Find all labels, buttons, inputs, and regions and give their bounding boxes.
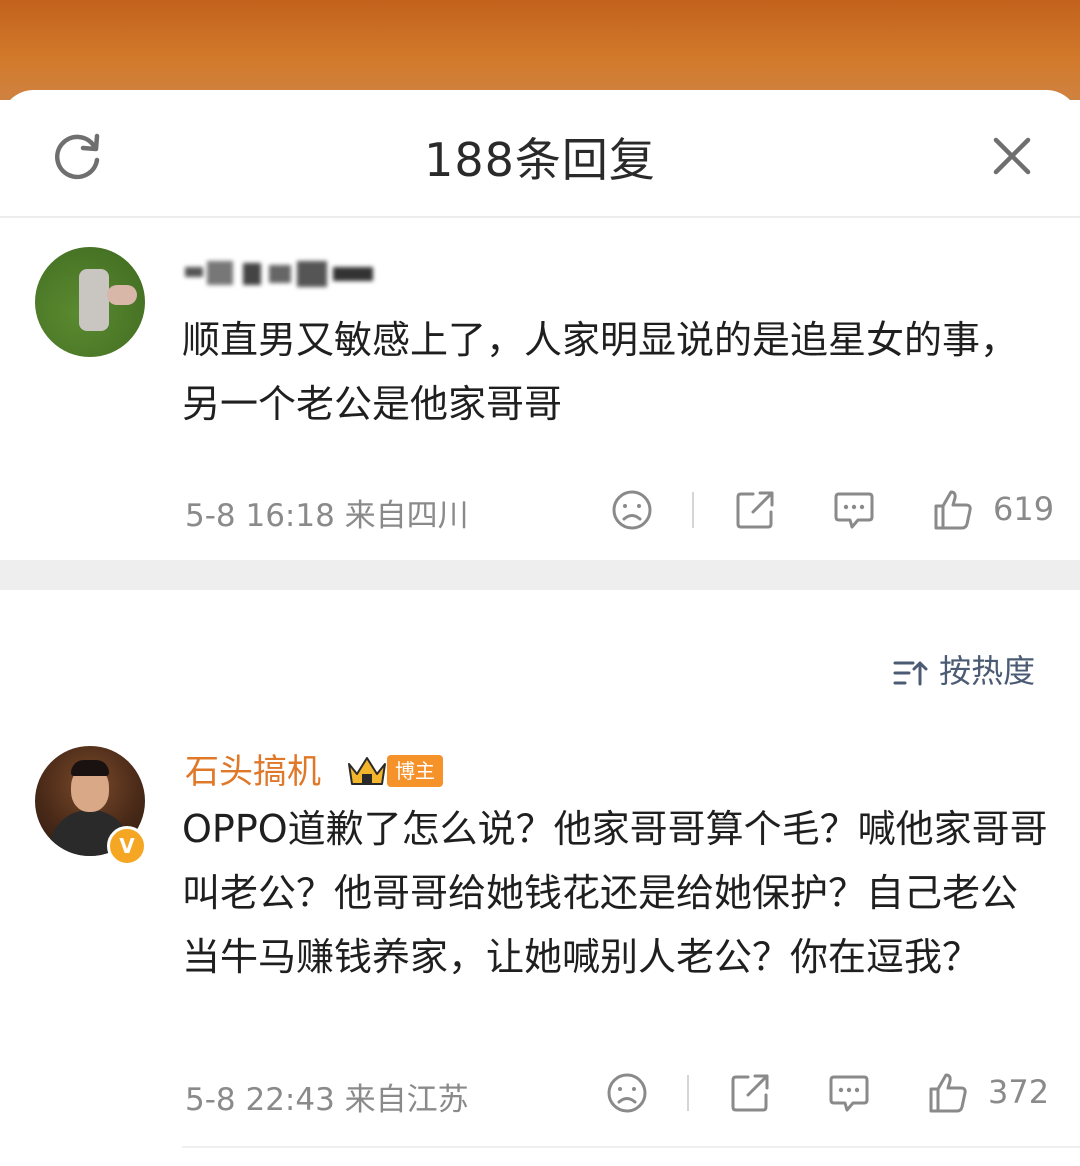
status-bar-background xyxy=(0,0,1080,100)
like-count: 372 xyxy=(988,1073,1050,1111)
avatar-figure xyxy=(79,269,109,331)
username[interactable] xyxy=(185,253,385,306)
verified-icon: V xyxy=(107,826,147,866)
comment-icon[interactable] xyxy=(832,488,876,532)
username-pixelated xyxy=(185,261,373,287)
dislike-face-icon[interactable] xyxy=(610,488,654,532)
comment-meta: 5-8 16:18 来自四川 xyxy=(185,498,469,534)
avatar-figure xyxy=(107,285,137,305)
avatar[interactable] xyxy=(35,247,145,357)
username[interactable]: 石头搞机 xyxy=(185,744,321,793)
section-divider xyxy=(0,560,1080,590)
crown-icon xyxy=(348,757,386,785)
comment-meta: 5-8 22:43 来自江苏 xyxy=(185,1082,469,1118)
divider xyxy=(182,1146,1080,1148)
divider xyxy=(692,492,694,528)
close-icon[interactable] xyxy=(988,132,1036,180)
comment-icon[interactable] xyxy=(827,1071,871,1115)
sort-label: 按热度 xyxy=(939,652,1036,690)
dislike-face-icon[interactable] xyxy=(605,1071,649,1115)
sort-icon xyxy=(893,661,928,686)
like-icon[interactable] xyxy=(930,488,974,532)
blogger-badge: 博主 xyxy=(387,755,443,787)
sheet-header: 188条回复 xyxy=(0,90,1080,218)
share-icon[interactable] xyxy=(733,488,777,532)
comment-text: 顺直男又敏感上了，人家明显说的是追星女的事，另一个老公是他家哥哥 xyxy=(182,318,1019,426)
replies-sheet: 188条回复 顺直男又敏感上了，人家明显说的是追星女的事，另一个老公是他家哥哥 … xyxy=(0,90,1080,1166)
like-icon[interactable] xyxy=(925,1071,969,1115)
avatar-figure xyxy=(71,760,109,776)
comment-text: OPPO道歉了怎么说？他家哥哥算个毛？喊他家哥哥叫老公？他哥哥给她钱花还是给她保… xyxy=(182,807,1048,979)
share-icon[interactable] xyxy=(728,1071,772,1115)
page-title: 188条回复 xyxy=(424,133,656,187)
sort-toggle[interactable]: 按热度 xyxy=(893,646,1035,690)
like-count: 619 xyxy=(993,490,1055,528)
divider xyxy=(687,1075,689,1111)
